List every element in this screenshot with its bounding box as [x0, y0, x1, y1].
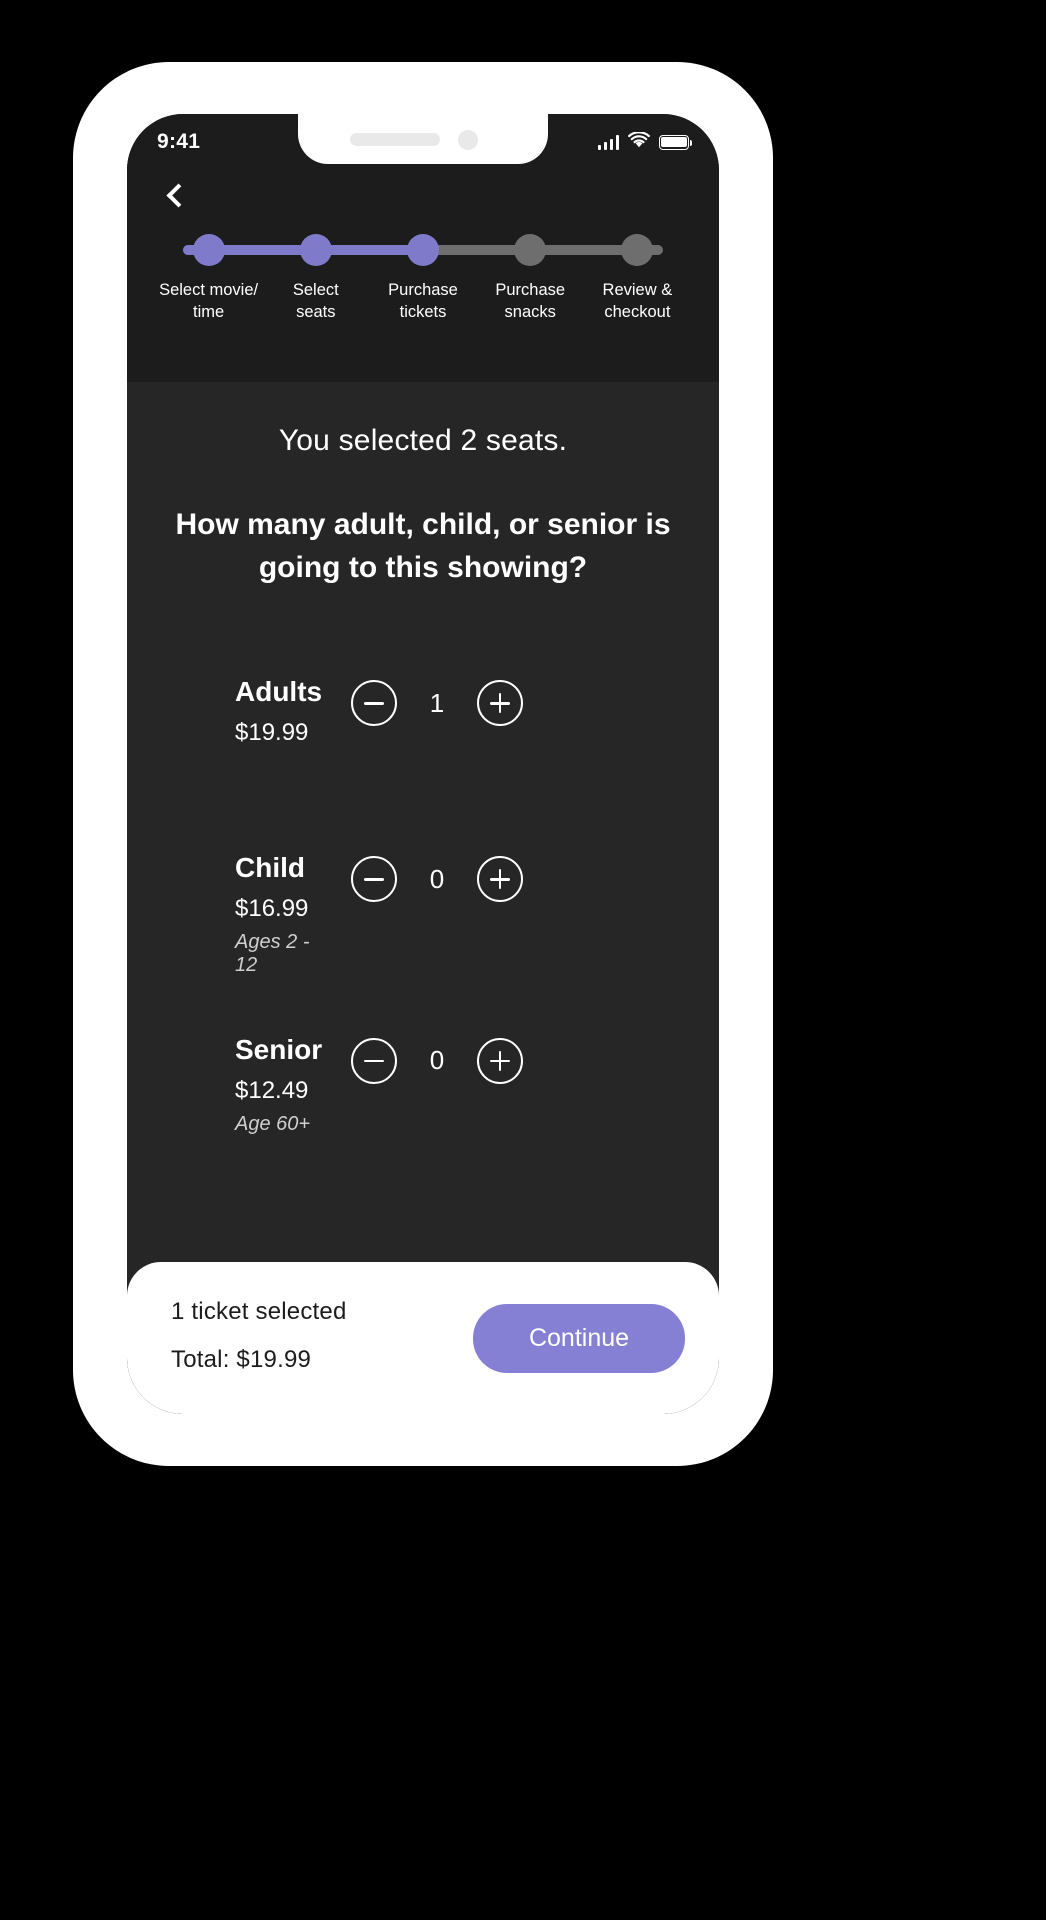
- decrement-button-child[interactable]: [351, 856, 397, 903]
- ticket-name: Senior: [235, 1033, 323, 1065]
- ticket-count-adults: 1: [429, 687, 445, 718]
- increment-button-child[interactable]: [477, 856, 523, 903]
- battery-icon: [659, 134, 693, 150]
- phone-notch: [298, 114, 548, 164]
- ticket-info: Child $16.99 Ages 2 - 12: [127, 852, 337, 977]
- order-total: Total: $19.99: [171, 1346, 312, 1373]
- stepper-step-purchase-tickets[interactable]: Purchase tickets: [369, 234, 476, 324]
- step-label: Purchase tickets: [388, 281, 458, 321]
- order-summary: 1 ticket selected Total: $19.99: [171, 1298, 347, 1378]
- step-dot-icon: [514, 234, 547, 266]
- back-button[interactable]: [153, 172, 199, 218]
- ticket-row-senior: Senior $12.49 Age 60+ 0: [127, 1033, 719, 1153]
- notch-camera-icon: [458, 130, 478, 150]
- checkout-bar: 1 ticket selected Total: $19.99 Continue: [127, 1262, 719, 1414]
- page-title: How many adult, child, or senior is goin…: [175, 508, 671, 584]
- notch-speaker: [350, 133, 440, 146]
- step-dot-icon: [192, 234, 225, 266]
- quantity-stepper-senior: 0: [351, 1037, 523, 1084]
- quantity-stepper-adults: 1: [351, 680, 523, 727]
- decrement-button-senior[interactable]: [351, 1037, 397, 1084]
- phone-screen: 9:41 Select movie/ time Select seats Pur…: [127, 114, 719, 1414]
- ticket-price: $16.99: [235, 894, 309, 922]
- step-dot-icon: [407, 234, 439, 266]
- increment-button-adults[interactable]: [477, 680, 523, 727]
- increment-button-senior[interactable]: [477, 1037, 523, 1084]
- chevron-left-icon: [166, 182, 191, 208]
- ticket-name: Adults: [235, 676, 323, 708]
- status-time: 9:41: [157, 130, 201, 153]
- step-label: Purchase snacks: [495, 281, 566, 321]
- ticket-row-child: Child $16.99 Ages 2 - 12 0: [127, 852, 719, 977]
- ticket-count-senior: 0: [429, 1045, 445, 1076]
- step-label: Select movie/ time: [159, 281, 259, 321]
- quantity-stepper-child: 0: [351, 856, 523, 903]
- tickets-selected-count: 1 ticket selected: [171, 1298, 347, 1325]
- stepper-steps: Select movie/ time Select seats Purchase…: [155, 234, 691, 324]
- ticket-info: Senior $12.49 Age 60+: [127, 1033, 337, 1136]
- ticket-name: Child: [235, 852, 305, 884]
- seats-selected-text: You selected 2 seats.: [278, 424, 568, 457]
- stepper-step-review-checkout[interactable]: Review & checkout: [584, 234, 691, 324]
- ticket-type-list: Adults $19.99 1 Child $16.99 Ages 2 - 12: [127, 676, 719, 1153]
- stepper-step-select-seats[interactable]: Select seats: [262, 234, 369, 324]
- decrement-button-adults[interactable]: [351, 680, 397, 727]
- ticket-row-adults: Adults $19.99 1: [127, 676, 719, 795]
- ticket-price: $19.99: [235, 718, 309, 746]
- continue-button[interactable]: Continue: [473, 1303, 685, 1373]
- step-label: Select seats: [292, 281, 339, 321]
- ticket-info: Adults $19.99: [127, 676, 337, 747]
- ticket-price: $12.49: [235, 1076, 309, 1104]
- stepper-step-purchase-snacks[interactable]: Purchase snacks: [477, 234, 584, 324]
- progress-stepper: Select movie/ time Select seats Purchase…: [155, 234, 691, 330]
- step-dot-icon: [621, 234, 654, 266]
- stepper-step-select-movie-time[interactable]: Select movie/ time: [155, 234, 262, 324]
- ticket-age-note: Ages 2 - 12: [235, 930, 310, 976]
- main-content: You selected 2 seats. How many adult, ch…: [127, 382, 719, 1414]
- signal-bars-icon: [597, 134, 619, 150]
- step-label: Review & checkout: [602, 281, 673, 321]
- ticket-count-child: 0: [429, 863, 445, 894]
- step-dot-icon: [299, 234, 332, 266]
- phone-device-frame: 9:41 Select movie/ time Select seats Pur…: [73, 62, 773, 1466]
- status-icons: [597, 130, 693, 153]
- ticket-age-note: Age 60+: [235, 1112, 311, 1135]
- wifi-icon: [628, 130, 650, 153]
